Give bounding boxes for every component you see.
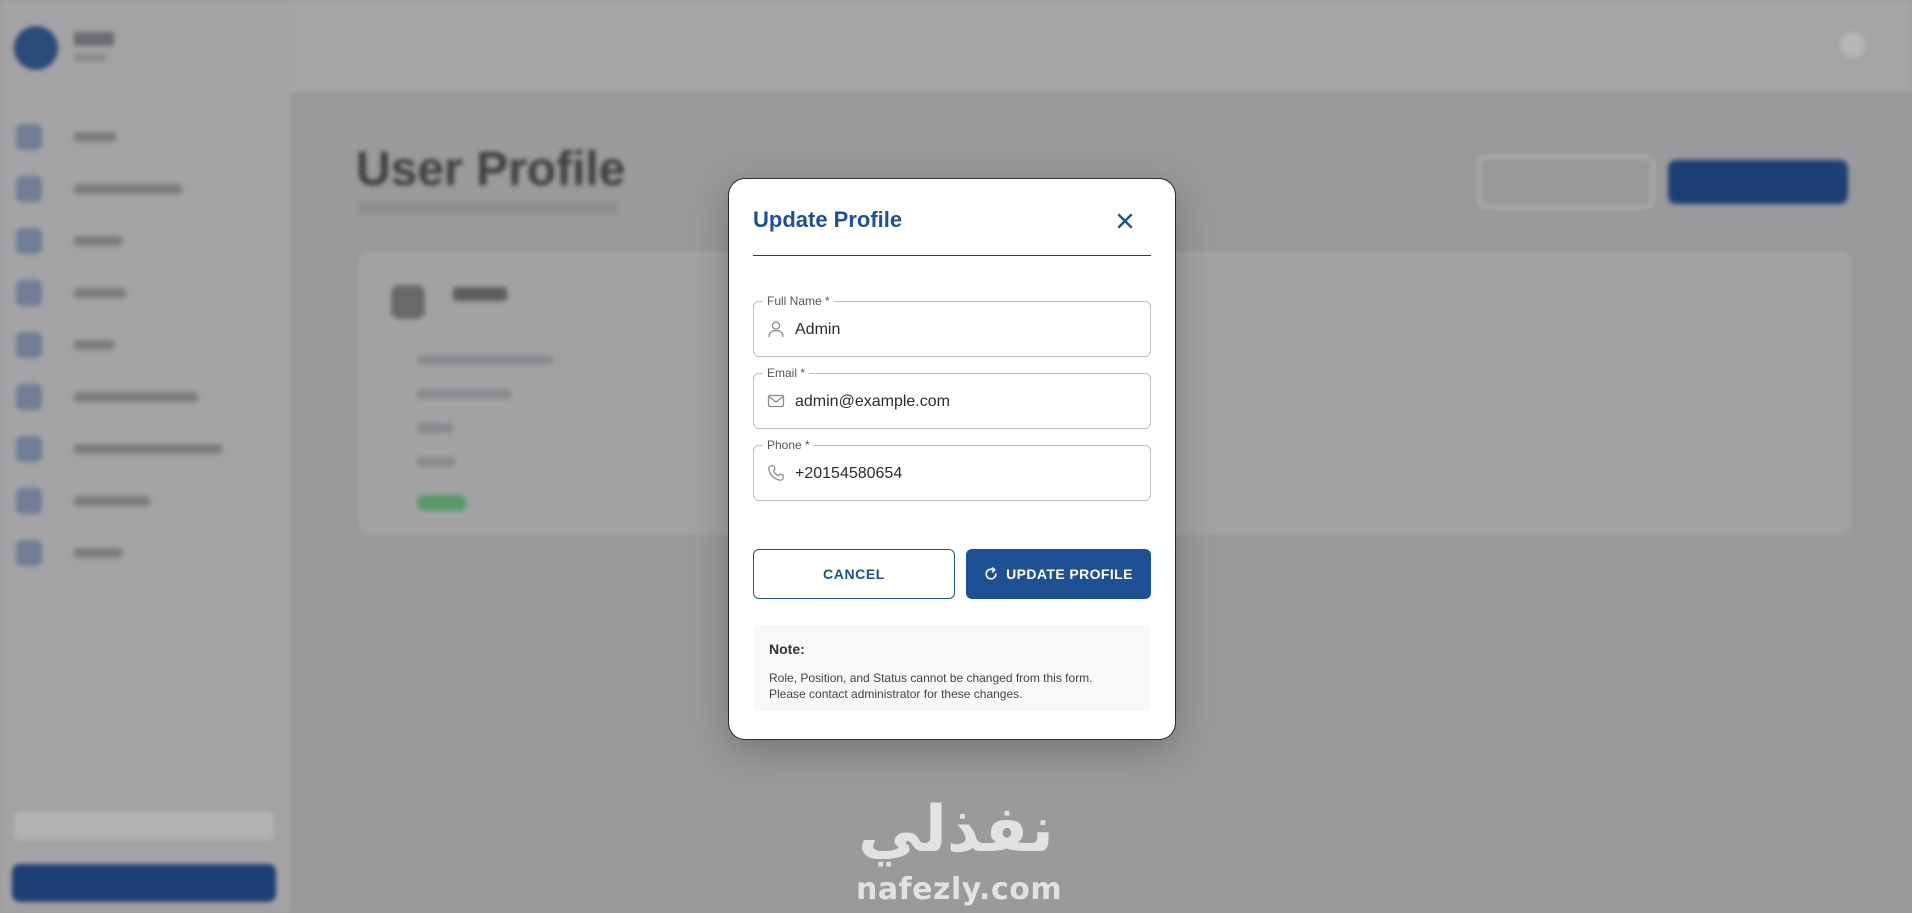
- sidebar-item: [0, 372, 288, 424]
- cancel-button[interactable]: CANCEL: [753, 549, 955, 599]
- full-name-input[interactable]: [793, 301, 1147, 359]
- profile-card-icon: [391, 285, 425, 319]
- sidebar-item: [0, 112, 288, 164]
- watermark-text: nafezly.com: [856, 872, 1063, 907]
- profile-card-line: [417, 355, 553, 365]
- close-button[interactable]: [1107, 203, 1143, 239]
- topbar: [290, 0, 1912, 91]
- phone-input[interactable]: [793, 445, 1147, 503]
- nav-icon: [16, 540, 42, 566]
- profile-card-line: [417, 457, 455, 467]
- sidebar-item: [0, 164, 288, 216]
- note-box: Note: Role, Position, and Status cannot …: [753, 625, 1151, 711]
- nav-icon: [16, 332, 42, 358]
- sidebar: [0, 0, 289, 913]
- sidebar-item-label: [74, 392, 198, 402]
- page-subtitle: [358, 202, 618, 214]
- sidebar-item-label: [74, 444, 222, 454]
- sidebar-item-label: [74, 340, 114, 350]
- note-title: Note:: [769, 641, 805, 657]
- sidebar-item-label: [74, 548, 122, 558]
- update-profile-dialog: Update Profile Full Name * Email * Phone…: [728, 178, 1176, 740]
- nav-icon: [16, 176, 42, 202]
- sidebar-item: [0, 476, 288, 528]
- sidebar-item: [0, 320, 288, 372]
- nav-icon: [16, 280, 42, 306]
- person-icon: [768, 321, 784, 338]
- background-primary-button: [1668, 160, 1848, 204]
- status-badge: [417, 495, 467, 511]
- topbar-icon: [1840, 32, 1866, 58]
- dialog-title: Update Profile: [753, 207, 903, 232]
- profile-card-line: [417, 423, 453, 433]
- refresh-icon: [985, 567, 997, 580]
- nav-icon: [16, 384, 42, 410]
- sidebar-item: [0, 424, 288, 476]
- email-field: Email *: [753, 365, 1151, 431]
- sidebar-item: [0, 216, 288, 268]
- nav-icon: [16, 228, 42, 254]
- close-icon: [1117, 213, 1133, 229]
- email-input[interactable]: [793, 373, 1147, 431]
- sidebar-user-role: [74, 54, 106, 62]
- sidebar-secondary-button: [14, 812, 274, 840]
- full-name-field: Full Name *: [753, 293, 1151, 359]
- nav-icon: [16, 124, 42, 150]
- sidebar-item-label: [74, 288, 126, 298]
- sidebar-item-label: [74, 236, 122, 246]
- mail-icon: [767, 394, 785, 408]
- background-outline-button: [1478, 156, 1654, 208]
- phone-icon: [768, 465, 784, 481]
- page-title: User Profile: [356, 143, 626, 196]
- sidebar-item-label: [74, 496, 150, 506]
- dialog-divider: [753, 255, 1151, 256]
- nav-icon: [16, 488, 42, 514]
- update-profile-button[interactable]: UPDATE PROFILE: [966, 549, 1151, 599]
- avatar: [14, 26, 58, 70]
- sidebar-item-label: [74, 184, 182, 194]
- note-text-line: Role, Position, and Status cannot be cha…: [769, 671, 1093, 685]
- sidebar-item: [0, 528, 288, 580]
- sidebar-primary-button: [12, 864, 276, 902]
- sidebar-item: [0, 268, 288, 320]
- note-text-line: Please contact administrator for these c…: [769, 687, 1023, 701]
- watermark-logo: نفذلي: [858, 793, 1054, 867]
- sidebar-item-label: [74, 132, 116, 142]
- nav-icon: [16, 436, 42, 462]
- phone-field: Phone *: [753, 437, 1151, 503]
- profile-card-line: [417, 389, 511, 399]
- profile-card-name: [453, 287, 507, 301]
- sidebar-user-name: [74, 32, 114, 46]
- update-profile-label: UPDATE PROFILE: [1006, 566, 1133, 582]
- sidebar-nav: [0, 112, 288, 580]
